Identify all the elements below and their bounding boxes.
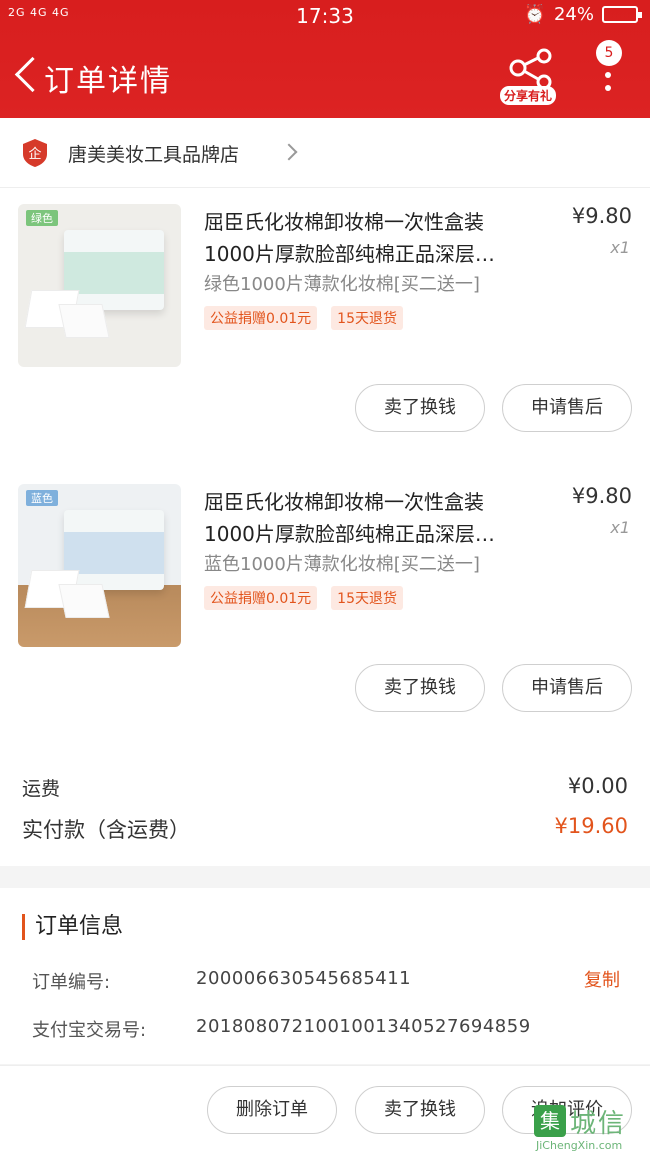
product-name[interactable]: 屈臣氏化妆棉卸妆棉一次性盒装1000片厚款脸部纯棉正品深层… [204,206,534,270]
watermark-logo: 集 [534,1105,566,1137]
color-tag: 绿色 [26,210,58,226]
charity-tag: 公益捐赠0.01元 [204,586,318,610]
product-box [64,230,164,310]
sell-button[interactable]: 卖了换钱 [355,1086,485,1134]
battery-percent: 24% [553,4,594,25]
total-value: ¥19.60 [554,814,628,838]
notification-badge: 5 [596,40,622,66]
product-qty: x1 [610,238,630,257]
shipping-label: 运费 [22,778,61,800]
share-icon [509,48,552,90]
return-tag: 15天退货 [331,306,403,330]
shop-name: 唐美美妆工具品牌店 [68,144,240,166]
product-image[interactable]: 绿色 [18,204,181,367]
header-bar: 2G 4G 4G 17:33 ⏰ 24% 订单详情 分享有礼 5 [0,0,650,118]
back-button[interactable] [10,56,40,96]
return-tag: 15天退货 [331,586,403,610]
order-detail-page: 2G 4G 4G 17:33 ⏰ 24% 订单详情 分享有礼 5 企 唐美美妆工… [0,0,650,1155]
order-info-title: 订单信息 [22,914,123,940]
svg-text:企: 企 [28,146,41,162]
status-bar: 2G 4G 4G 17:33 ⏰ 24% [0,0,650,34]
order-card: 企 唐美美妆工具品牌店 绿色 屈臣氏化妆棉卸妆棉一次性盒装1000片厚款脸部纯棉… [0,118,650,866]
order-no-label: 订单编号: [32,972,111,993]
after-sale-button[interactable]: 申请售后 [502,384,632,432]
order-no-value: 200006630545685411 [196,968,412,989]
shop-row[interactable]: 企 唐美美妆工具品牌店 [0,118,650,188]
status-right: ⏰ 24% [523,4,642,25]
product-price: ¥9.80 [571,484,632,508]
order-item: 绿色 屈臣氏化妆棉卸妆棉一次性盒装1000片厚款脸部纯棉正品深层… 绿色1000… [0,186,650,466]
total-label: 实付款（含运费） [22,818,190,842]
sell-button[interactable]: 卖了换钱 [355,384,485,432]
copy-button[interactable]: 复制 [584,966,620,992]
alipay-no-value: 2018080721001001340527694859 [196,1016,531,1037]
product-tags: 公益捐赠0.01元 15天退货 [204,586,403,610]
alarm-icon: ⏰ [523,4,546,25]
alipay-no-label: 支付宝交易号: [32,1020,147,1041]
product-image[interactable]: 蓝色 [18,484,181,647]
delete-order-button[interactable]: 删除订单 [207,1086,337,1134]
product-tags: 公益捐赠0.01元 15天退货 [204,306,403,330]
share-label: 分享有礼 [500,86,557,105]
color-tag: 蓝色 [26,490,58,506]
shop-shield-icon: 企 [23,139,47,167]
charity-tag: 公益捐赠0.01元 [204,306,318,330]
product-name[interactable]: 屈臣氏化妆棉卸妆棉一次性盒装1000片厚款脸部纯棉正品深层… [204,486,534,550]
product-sku: 绿色1000片薄款化妆棉[买二送一] [204,274,480,295]
product-price: ¥9.80 [571,204,632,228]
order-info-section: 订单信息 订单编号: 200006630545685411 复制 支付宝交易号:… [0,888,650,1064]
product-sku: 蓝色1000片薄款化妆棉[买二送一] [204,554,480,575]
sell-button[interactable]: 卖了换钱 [355,664,485,712]
total-row: 实付款（含运费） ¥19.60 [0,814,650,854]
shipping-value: ¥0.00 [567,774,628,798]
product-box [64,510,164,590]
battery-icon [602,6,642,23]
site-watermark: 集 城信 JiChengXin.com [534,1103,650,1155]
product-qty: x1 [610,518,630,537]
more-dots-icon [605,72,611,78]
after-sale-button[interactable]: 申请售后 [502,664,632,712]
page-title: 订单详情 [44,64,172,99]
chevron-right-icon [280,143,298,161]
share-button[interactable]: 分享有礼 [500,46,564,106]
watermark-text: 城信 [570,1109,627,1139]
order-item: 蓝色 屈臣氏化妆棉卸妆棉一次性盒装1000片厚款脸部纯棉正品深层… 蓝色1000… [0,466,650,746]
more-menu-button[interactable]: 5 [594,40,624,95]
watermark-url: JiChengXin.com [536,1139,623,1152]
shipping-row: 运费 ¥0.00 [0,774,650,814]
